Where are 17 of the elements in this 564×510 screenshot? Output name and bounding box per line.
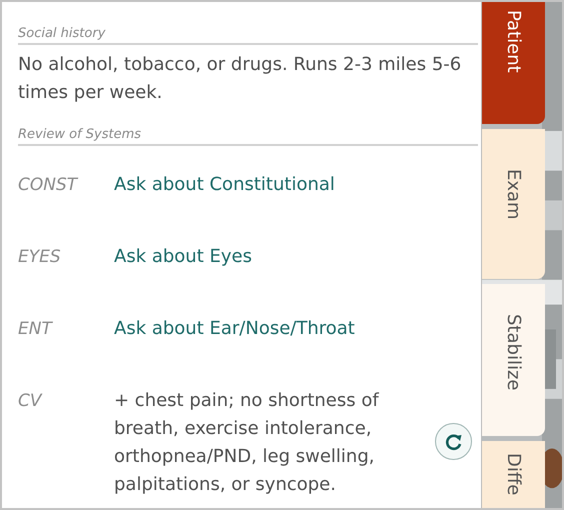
refresh-button[interactable] — [435, 423, 472, 460]
side-tab[interactable]: Stabilize — [482, 284, 545, 436]
system-label: CONST — [18, 174, 80, 197]
ask-link[interactable]: Ask about Constitutional — [114, 171, 335, 199]
system-label: CV — [18, 390, 44, 413]
system-finding: + chest pain; no shortness of breath, exercise intolerance, orthopnea/PND, leg swelling, palpitations, or syncope. — [114, 389, 380, 497]
refresh-icon — [444, 432, 464, 452]
side-tab[interactable]: Exam — [482, 129, 545, 279]
side-tab[interactable]: Diffe — [482, 441, 545, 508]
section-heading: Review of Systems — [18, 127, 478, 146]
ask-link[interactable]: Ask about Ear/Nose/Throat — [114, 315, 355, 343]
section-heading: Social history — [18, 26, 478, 45]
social-history-text: No alcohol, tobacco, or drugs. Runs 2-3 miles 5-6 times per week. — [18, 53, 462, 105]
system-label: EYES — [18, 246, 62, 269]
ask-link[interactable]: Ask about Eyes — [114, 243, 252, 271]
system-label: ENT — [18, 318, 54, 341]
side-tab[interactable]: Patient — [482, 2, 545, 124]
